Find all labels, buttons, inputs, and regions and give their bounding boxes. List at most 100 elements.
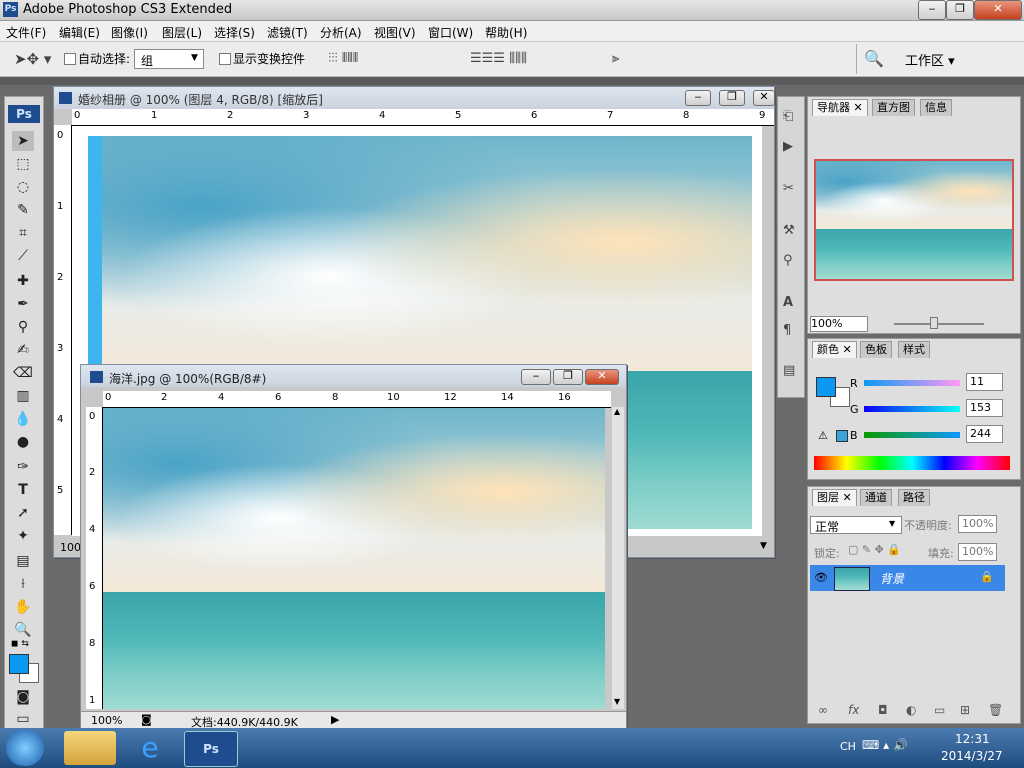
menu-filter[interactable]: 滤镜(T) [267,24,308,41]
menu-view[interactable]: 视图(V) [374,24,416,41]
green-slider[interactable] [864,406,960,412]
doc2-close-button[interactable]: ✕ [585,369,619,385]
tab-swatches[interactable]: 色板 [860,341,892,358]
actions-panel-icon[interactable]: ▶ [783,139,793,154]
zoom-tool-icon[interactable]: 🔍 [12,620,34,640]
auto-align-icon[interactable]: ⫸ [612,51,619,66]
doc1-close-button[interactable]: ✕ [753,90,775,106]
auto-select-checkbox[interactable] [64,53,76,65]
tab-histogram[interactable]: 直方图 [872,99,915,116]
doc2-restore-button[interactable]: ❐ [553,369,583,385]
color-fg-swatch[interactable] [816,377,836,397]
color-spectrum-bar[interactable] [814,456,1010,470]
blue-value[interactable]: 244 [966,425,1003,443]
doc2-zoom-level[interactable]: 100% [91,714,122,727]
doc2-minimize-button[interactable]: ‒ [521,369,551,385]
character-panel-icon[interactable]: A [783,295,793,310]
tab-color[interactable]: 颜色 ✕ [812,341,857,358]
layer-style-icon[interactable]: fx [848,703,859,717]
new-group-icon[interactable]: ▭ [934,703,945,717]
menu-edit[interactable]: 编辑(E) [59,24,100,41]
healing-brush-icon[interactable]: ✚ [12,271,34,291]
navigator-zoom-slider[interactable] [894,323,984,325]
tab-channels[interactable]: 通道 [860,489,892,506]
brush-tool-icon[interactable]: ✒ [12,294,34,314]
gamut-warning-icon[interactable]: ⚠ [818,429,828,442]
layer-mask-icon[interactable]: ◘ [878,703,888,717]
notes-tool-icon[interactable]: ▤ [12,551,34,571]
screen-mode-icon[interactable]: ▭ [12,709,34,729]
red-value[interactable]: 11 [966,373,1003,391]
status-icon[interactable]: ◙ [141,713,152,726]
delete-layer-icon[interactable]: 🗑 [988,703,1003,717]
stamp-tool-icon[interactable]: ⚲ [12,317,34,337]
type-tool-icon[interactable]: T [12,480,34,500]
link-layers-icon[interactable]: ∞ [818,703,828,717]
doc1-minimize-button[interactable]: ‒ [685,90,711,106]
menu-image[interactable]: 图像(I) [111,24,148,41]
magic-wand-icon[interactable]: ✎ [12,200,34,220]
auto-select-dropdown[interactable]: 组 ▼ [134,49,204,69]
zoom-slider-handle[interactable] [930,317,938,329]
tab-info[interactable]: 信息 [920,99,952,116]
status-menu-arrow-icon[interactable]: ▶ [331,713,339,726]
eyedropper-icon[interactable]: ⟊ [12,574,34,594]
tab-layers[interactable]: 图层 ✕ [812,489,857,506]
green-value[interactable]: 153 [966,399,1003,417]
blue-slider[interactable] [864,432,960,438]
eraser-tool-icon[interactable]: ⌫ [12,363,34,383]
doc2-titlebar[interactable]: 海洋.jpg @ 100%(RGB/8#) ‒ ❐ ✕ [81,365,626,387]
menu-layer[interactable]: 图层(L) [162,24,202,41]
brushes-panel-icon[interactable]: ⚒ [783,223,795,238]
scroll-up-icon[interactable]: ▲ [614,407,620,416]
tab-paths[interactable]: 路径 [898,489,930,506]
slice-tool-icon[interactable]: ⟋ [12,246,34,266]
navigator-preview[interactable] [814,159,1014,281]
align-icons[interactable]: ⫶⫶⫶ ⫴⫴⫴ [328,51,358,66]
navigator-zoom-field[interactable]: 100% [810,316,868,332]
layer-comps-icon[interactable]: ▤ [783,363,795,378]
ie-taskbar-icon[interactable]: e [124,731,176,765]
hand-tool-icon[interactable]: ✋ [12,597,34,617]
dodge-tool-icon[interactable]: ● [12,432,34,452]
blur-tool-icon[interactable]: 💧 [12,409,34,429]
tab-styles[interactable]: 样式 [898,341,930,358]
restore-button[interactable]: ❐ [946,0,974,20]
language-indicator[interactable]: CH [840,740,856,753]
tray-icons[interactable]: ⌨ ▴ 🔊 [862,738,908,752]
foreground-color-swatch[interactable] [9,654,29,674]
paragraph-panel-icon[interactable]: ¶ [783,323,791,338]
menu-analysis[interactable]: 分析(A) [320,24,362,41]
doc2-canvas[interactable] [103,408,605,709]
history-brush-icon[interactable]: ✍ [12,340,34,360]
move-tool-icon[interactable]: ➤ [12,131,34,151]
doc1-titlebar[interactable]: 婚纱相册 @ 100% (图层 4, RGB/8) [缩放后] ‒ ❐ ✕ [54,87,775,109]
history-panel-icon[interactable]: ⎗ [783,109,793,124]
crop-tool-icon[interactable]: ⌗ [12,223,34,243]
show-transform-checkbox[interactable] [219,53,231,65]
doc1-scroll-down-icon[interactable]: ▼ [760,541,767,551]
tab-navigator[interactable]: 导航器 ✕ [812,99,868,116]
doc1-restore-button[interactable]: ❐ [719,90,745,106]
doc2-vertical-scrollbar[interactable]: ▲ ▼ [612,407,624,709]
doc1-zoom-level[interactable]: 100 [60,541,81,554]
shape-tool-icon[interactable]: ✦ [12,526,34,546]
red-slider[interactable] [864,380,960,386]
path-select-icon[interactable]: ➚ [12,503,34,523]
web-safe-swatch[interactable] [836,430,848,442]
move-tool-icon[interactable]: ➤✥ ▾ [14,50,51,68]
lasso-tool-icon[interactable]: ◌ [12,177,34,197]
pen-tool-icon[interactable]: ✑ [12,457,34,477]
layer-row-background[interactable]: 👁 背景 🔒 [810,565,1005,591]
opacity-field[interactable]: 100% [958,515,997,533]
default-colors-icon[interactable]: ◼ ⇆ [11,639,29,649]
quick-mask-icon[interactable]: ◙ [12,687,34,707]
clone-source-icon[interactable]: ⚲ [783,253,793,268]
new-layer-icon[interactable]: ⊞ [960,703,970,717]
clock-date[interactable]: 2014/3/27 [941,749,1003,763]
distribute-icons[interactable]: ☰☰☰ ⫼⫼⫼ [470,51,527,66]
photoshop-taskbar-icon[interactable]: Ps [184,731,238,767]
eye-icon[interactable]: 👁 [814,571,828,584]
fill-field[interactable]: 100% [958,543,997,561]
menu-window[interactable]: 窗口(W) [428,24,473,41]
